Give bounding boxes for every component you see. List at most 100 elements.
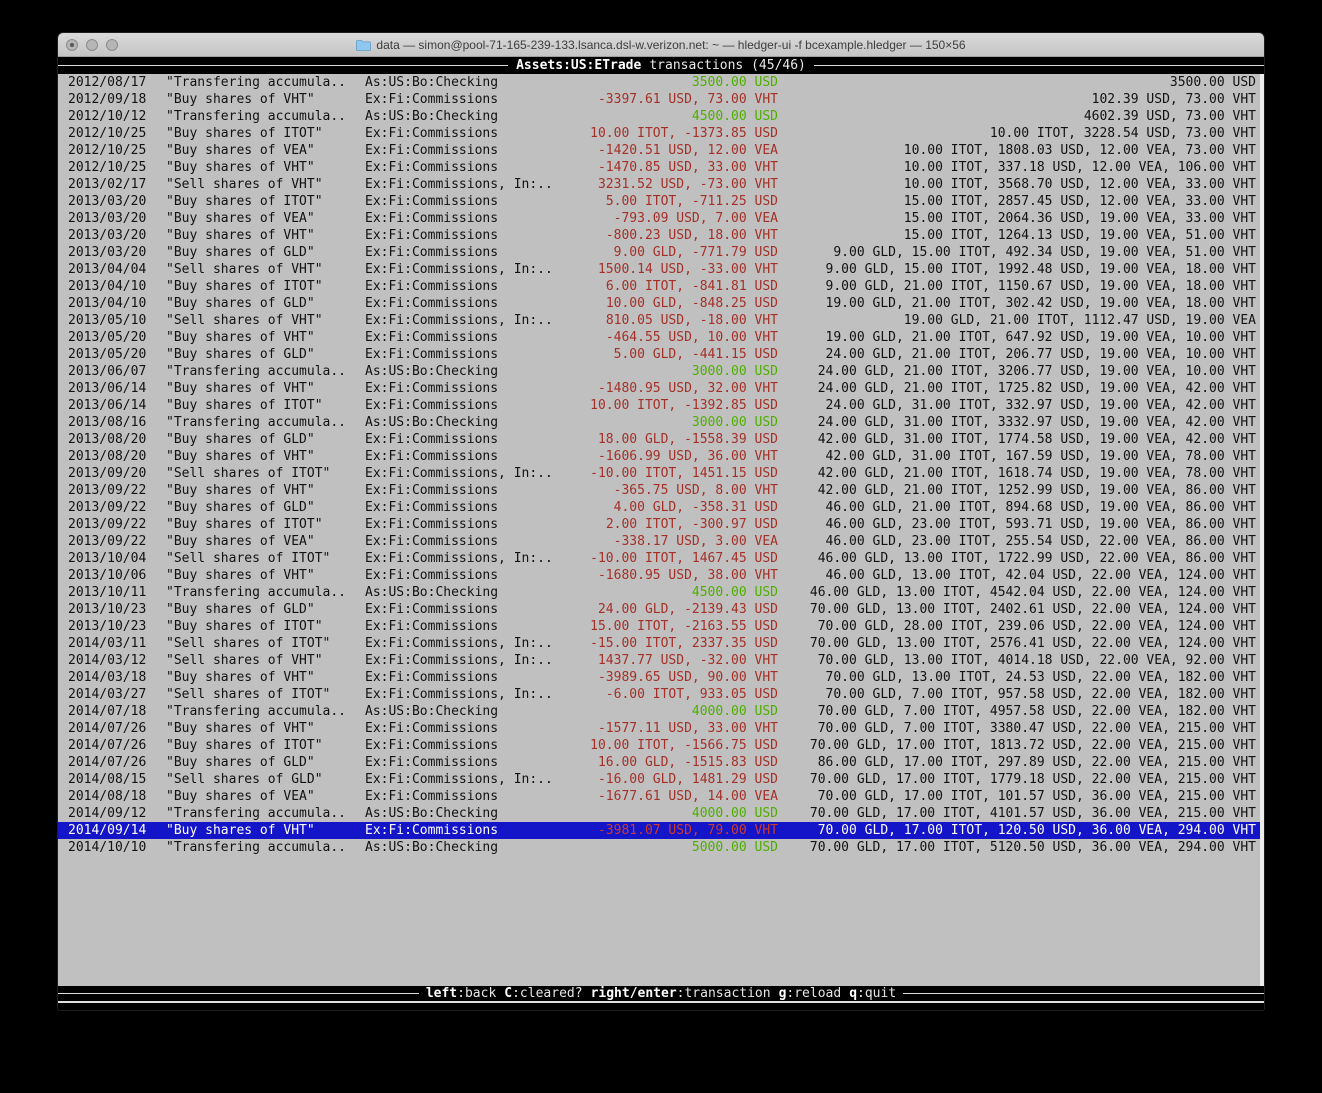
transaction-running-balance: 70.00 GLD, 13.00 ITOT, 2576.41 USD, 22.0… <box>778 635 1264 652</box>
table-row[interactable]: 2013/02/17 "Sell shares of VHT" Ex:Fi:Co… <box>58 176 1264 193</box>
transaction-description: "Buy shares of ITOT" <box>166 278 365 295</box>
table-row[interactable]: 2013/10/04 "Sell shares of ITOT" Ex:Fi:C… <box>58 550 1264 567</box>
table-row[interactable]: 2014/08/18 "Buy shares of VEA" Ex:Fi:Com… <box>58 788 1264 805</box>
table-row[interactable]: 2013/05/10 "Sell shares of VHT" Ex:Fi:Co… <box>58 312 1264 329</box>
table-row[interactable]: 2012/10/12 "Transfering accumula.. As:US… <box>58 108 1264 125</box>
transaction-description: "Sell shares of ITOT" <box>166 635 365 652</box>
transaction-amount: -1470.85 USD, 33.00 VHT <box>582 159 778 176</box>
close-button[interactable] <box>66 39 78 51</box>
table-row[interactable]: 2013/05/20 "Buy shares of GLD" Ex:Fi:Com… <box>58 346 1264 363</box>
table-row[interactable]: 2014/03/27 "Sell shares of ITOT" Ex:Fi:C… <box>58 686 1264 703</box>
table-row[interactable]: 2013/03/20 "Buy shares of VHT" Ex:Fi:Com… <box>58 227 1264 244</box>
transaction-date: 2013/04/10 <box>68 295 166 312</box>
table-row[interactable]: 2013/06/14 "Buy shares of VHT" Ex:Fi:Com… <box>58 380 1264 397</box>
table-row[interactable]: 2013/04/10 "Buy shares of GLD" Ex:Fi:Com… <box>58 295 1264 312</box>
table-row[interactable]: 2013/10/23 "Buy shares of GLD" Ex:Fi:Com… <box>58 601 1264 618</box>
table-row[interactable]: 2014/10/10 "Transfering accumula.. As:US… <box>58 839 1264 856</box>
transaction-running-balance: 102.39 USD, 73.00 VHT <box>778 91 1264 108</box>
transaction-description: "Buy shares of GLD" <box>166 295 365 312</box>
zoom-button[interactable] <box>106 39 118 51</box>
transaction-description: "Buy shares of VHT" <box>166 227 365 244</box>
table-row[interactable]: 2013/03/20 "Buy shares of ITOT" Ex:Fi:Co… <box>58 193 1264 210</box>
table-row[interactable]: 2013/09/22 "Buy shares of VHT" Ex:Fi:Com… <box>58 482 1264 499</box>
transaction-running-balance: 24.00 GLD, 21.00 ITOT, 3206.77 USD, 19.0… <box>778 363 1264 380</box>
transaction-other-accounts: Ex:Fi:Commissions <box>365 193 582 210</box>
table-row[interactable]: 2012/09/18 "Buy shares of VHT" Ex:Fi:Com… <box>58 91 1264 108</box>
table-row[interactable]: 2013/03/20 "Buy shares of VEA" Ex:Fi:Com… <box>58 210 1264 227</box>
key-desc: :back <box>457 986 496 1001</box>
transaction-description: "Sell shares of VHT" <box>166 312 365 329</box>
table-row[interactable]: 2014/03/18 "Buy shares of VHT" Ex:Fi:Com… <box>58 669 1264 686</box>
transaction-amount: 10.00 ITOT, -1392.85 USD <box>582 397 778 414</box>
topbar-title: Assets:US:ETrade transactions (45/46) <box>508 58 814 73</box>
table-row[interactable]: 2013/04/10 "Buy shares of ITOT" Ex:Fi:Co… <box>58 278 1264 295</box>
key-hint-quit: q:quit <box>849 986 896 1001</box>
transaction-description: "Buy shares of VHT" <box>166 159 365 176</box>
table-row[interactable]: 2013/08/16 "Transfering accumula.. As:US… <box>58 414 1264 431</box>
transaction-date: 2013/03/20 <box>68 227 166 244</box>
key-desc: :reload <box>786 986 841 1001</box>
transaction-date: 2013/08/20 <box>68 448 166 465</box>
table-row[interactable]: 2012/10/25 "Buy shares of VEA" Ex:Fi:Com… <box>58 142 1264 159</box>
transaction-date: 2012/09/18 <box>68 91 166 108</box>
table-row[interactable]: 2013/08/20 "Buy shares of GLD" Ex:Fi:Com… <box>58 431 1264 448</box>
table-row[interactable]: 2014/03/12 "Sell shares of VHT" Ex:Fi:Co… <box>58 652 1264 669</box>
table-row[interactable]: 2013/06/07 "Transfering accumula.. As:US… <box>58 363 1264 380</box>
key-label: right/enter <box>591 986 677 1001</box>
minimize-button[interactable] <box>86 39 98 51</box>
transaction-amount: -1480.95 USD, 32.00 VHT <box>582 380 778 397</box>
transaction-other-accounts: Ex:Fi:Commissions <box>365 159 582 176</box>
transaction-amount: 5.00 GLD, -441.15 USD <box>582 346 778 363</box>
table-row[interactable]: 2014/09/14 "Buy shares of VHT" Ex:Fi:Com… <box>58 822 1264 839</box>
transaction-other-accounts: Ex:Fi:Commissions <box>365 244 582 261</box>
transaction-running-balance: 42.00 GLD, 21.00 ITOT, 1252.99 USD, 19.0… <box>778 482 1264 499</box>
table-row[interactable]: 2013/06/14 "Buy shares of ITOT" Ex:Fi:Co… <box>58 397 1264 414</box>
transaction-other-accounts: Ex:Fi:Commissions <box>365 295 582 312</box>
table-row[interactable]: 2014/09/12 "Transfering accumula.. As:US… <box>58 805 1264 822</box>
transaction-other-accounts: Ex:Fi:Commissions <box>365 227 582 244</box>
help-bar: left:back C:cleared? right/enter:transac… <box>58 986 1264 1001</box>
table-row[interactable]: 2012/08/17 "Transfering accumula.. As:US… <box>58 74 1264 91</box>
transaction-amount: 24.00 GLD, -2139.43 USD <box>582 601 778 618</box>
transaction-description: "Buy shares of VHT" <box>166 329 365 346</box>
table-row[interactable]: 2013/09/22 "Buy shares of ITOT" Ex:Fi:Co… <box>58 516 1264 533</box>
transaction-description: "Buy shares of VHT" <box>166 91 365 108</box>
transaction-running-balance: 10.00 ITOT, 1808.03 USD, 12.00 VEA, 73.0… <box>778 142 1264 159</box>
table-row[interactable]: 2014/03/11 "Sell shares of ITOT" Ex:Fi:C… <box>58 635 1264 652</box>
transaction-description: "Buy shares of GLD" <box>166 499 365 516</box>
register-count-label: transactions (45/46) <box>649 58 806 73</box>
table-row[interactable]: 2013/10/06 "Buy shares of VHT" Ex:Fi:Com… <box>58 567 1264 584</box>
transaction-amount: 18.00 GLD, -1558.39 USD <box>582 431 778 448</box>
transaction-description: "Buy shares of VEA" <box>166 210 365 227</box>
table-row[interactable]: 2013/09/20 "Sell shares of ITOT" Ex:Fi:C… <box>58 465 1264 482</box>
transaction-amount: -6.00 ITOT, 933.05 USD <box>582 686 778 703</box>
window-titlebar[interactable]: data — simon@pool-71-165-239-133.lsanca.… <box>58 33 1264 57</box>
table-row[interactable]: 2013/08/20 "Buy shares of VHT" Ex:Fi:Com… <box>58 448 1264 465</box>
transaction-other-accounts: As:US:Bo:Checking <box>365 703 582 720</box>
desktop: { "window": { "title": "data — simon@poo… <box>0 0 1322 1093</box>
scrollbar-track[interactable] <box>1260 74 1264 986</box>
table-row[interactable]: 2013/05/20 "Buy shares of VHT" Ex:Fi:Com… <box>58 329 1264 346</box>
table-row[interactable]: 2013/03/20 "Buy shares of GLD" Ex:Fi:Com… <box>58 244 1264 261</box>
table-row[interactable]: 2013/09/22 "Buy shares of VEA" Ex:Fi:Com… <box>58 533 1264 550</box>
table-row[interactable]: 2013/09/22 "Buy shares of GLD" Ex:Fi:Com… <box>58 499 1264 516</box>
table-row[interactable]: 2014/07/26 "Buy shares of VHT" Ex:Fi:Com… <box>58 720 1264 737</box>
transaction-amount: 3000.00 USD <box>582 363 778 380</box>
table-row[interactable]: 2012/10/25 "Buy shares of VHT" Ex:Fi:Com… <box>58 159 1264 176</box>
key-hint-reload: g:reload <box>779 986 842 1001</box>
table-row[interactable]: 2014/08/15 "Sell shares of GLD" Ex:Fi:Co… <box>58 771 1264 788</box>
transaction-other-accounts: As:US:Bo:Checking <box>365 805 582 822</box>
transaction-description: "Buy shares of GLD" <box>166 601 365 618</box>
transaction-amount: 15.00 ITOT, -2163.55 USD <box>582 618 778 635</box>
table-row[interactable]: 2013/04/04 "Sell shares of VHT" Ex:Fi:Co… <box>58 261 1264 278</box>
table-row[interactable]: 2013/10/23 "Buy shares of ITOT" Ex:Fi:Co… <box>58 618 1264 635</box>
transaction-amount: -1577.11 USD, 33.00 VHT <box>582 720 778 737</box>
transaction-running-balance: 70.00 GLD, 17.00 ITOT, 4101.57 USD, 36.0… <box>778 805 1264 822</box>
table-row[interactable]: 2014/07/26 "Buy shares of GLD" Ex:Fi:Com… <box>58 754 1264 771</box>
table-row[interactable]: 2014/07/26 "Buy shares of ITOT" Ex:Fi:Co… <box>58 737 1264 754</box>
table-row[interactable]: 2014/07/18 "Transfering accumula.. As:US… <box>58 703 1264 720</box>
table-row[interactable]: 2012/10/25 "Buy shares of ITOT" Ex:Fi:Co… <box>58 125 1264 142</box>
transaction-running-balance: 70.00 GLD, 13.00 ITOT, 24.53 USD, 22.00 … <box>778 669 1264 686</box>
table-row[interactable]: 2013/10/11 "Transfering accumula.. As:US… <box>58 584 1264 601</box>
transaction-description: "Buy shares of VHT" <box>166 669 365 686</box>
